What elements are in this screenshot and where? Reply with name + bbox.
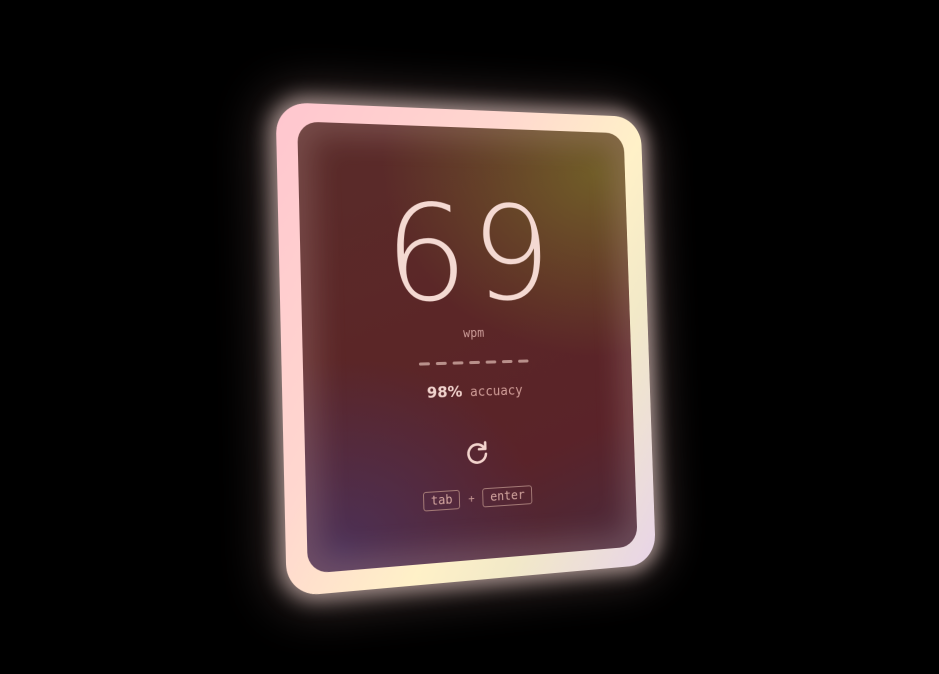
- accuracy-row: 98% accuacy: [303, 377, 632, 407]
- accuracy-label: accuacy: [470, 383, 523, 400]
- result-screen: 69 wpm 98% accuacy tab + enter: [297, 121, 637, 573]
- refresh-icon: [462, 438, 492, 470]
- wpm-value: 69: [299, 186, 630, 323]
- divider-dash: [486, 360, 497, 363]
- tab-key: tab: [423, 490, 461, 512]
- divider-dash: [419, 362, 430, 365]
- restart-shortcut: tab + enter: [306, 479, 636, 520]
- result-content: 69 wpm 98% accuacy tab + enter: [297, 121, 637, 573]
- divider-dash: [436, 362, 447, 365]
- divider-dashes: [419, 359, 529, 365]
- wpm-unit-label: wpm: [302, 323, 630, 344]
- accuracy-value: 98%: [427, 382, 463, 401]
- enter-key: enter: [482, 485, 532, 507]
- restart-button[interactable]: [462, 438, 492, 470]
- divider-dash: [518, 359, 528, 362]
- stage: 69 wpm 98% accuacy tab + enter: [0, 0, 939, 674]
- result-card: 69 wpm 98% accuacy tab + enter: [276, 102, 656, 597]
- plus-sign: +: [468, 492, 475, 506]
- divider-dash: [469, 361, 480, 364]
- divider-dash: [453, 361, 464, 364]
- divider-dash: [502, 360, 513, 363]
